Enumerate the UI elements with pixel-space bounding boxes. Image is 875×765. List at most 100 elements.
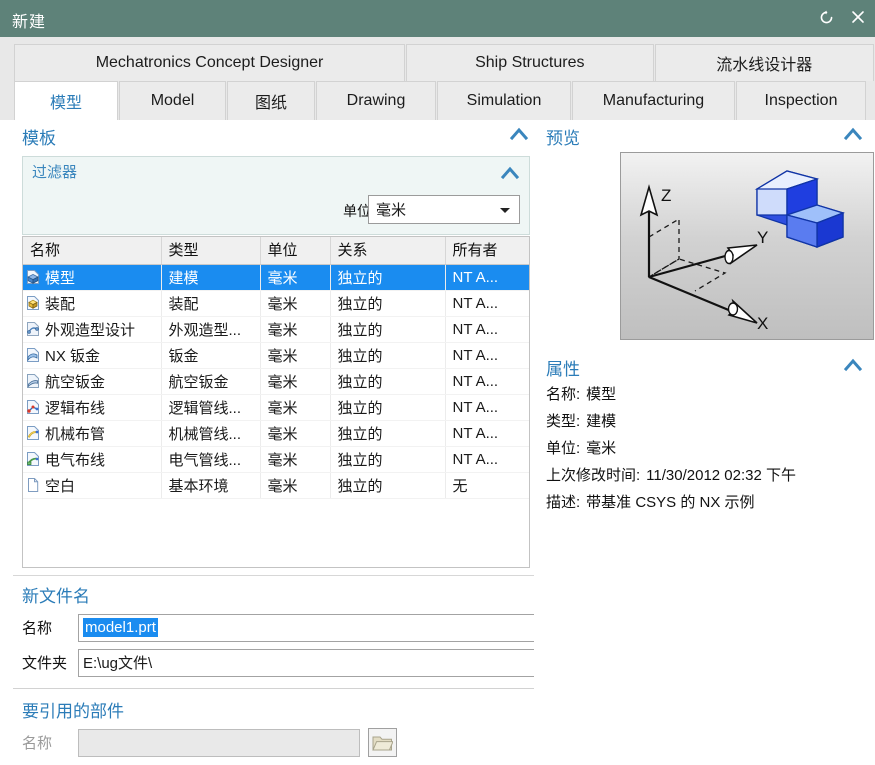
tab-label: Ship Structures bbox=[475, 54, 584, 72]
reference-name-input bbox=[78, 729, 360, 757]
tab-zone: Mechatronics Concept Designer Ship Struct… bbox=[0, 37, 875, 120]
tab-primary-3[interactable]: Drawing bbox=[316, 81, 436, 120]
tab-primary-1[interactable]: Model bbox=[119, 81, 226, 120]
template-table[interactable]: 名称类型单位关系所有者 模型建模毫米独立的NT A...装配装配毫米独立的NT … bbox=[22, 236, 530, 568]
new-file-folder-row: 文件夹 E:\ug文件\ bbox=[22, 648, 618, 677]
table-cell-unit: 毫米 bbox=[260, 264, 330, 290]
table-cell-owner: NT A... bbox=[445, 420, 529, 446]
table-column-header-1[interactable]: 类型 bbox=[161, 237, 260, 264]
table-cell-relation: 独立的 bbox=[330, 342, 445, 368]
table-cell-type: 机械管线... bbox=[161, 420, 260, 446]
logical-routing-icon bbox=[25, 399, 42, 416]
window-title: 新建 bbox=[12, 8, 46, 32]
tab-primary-2[interactable]: 图纸 bbox=[227, 81, 315, 120]
table-row[interactable]: NX 钣金钣金毫米独立的NT A... bbox=[23, 342, 529, 368]
window-titlebar: 新建 bbox=[0, 0, 875, 37]
table-column-header-0[interactable]: 名称 bbox=[23, 237, 161, 264]
unit-select-value: 毫米 bbox=[376, 199, 406, 220]
table-cell-relation: 独立的 bbox=[330, 264, 445, 290]
reference-name-label: 名称 bbox=[22, 732, 78, 753]
table-column-header-3[interactable]: 关系 bbox=[330, 237, 445, 264]
table-column-header-4[interactable]: 所有者 bbox=[445, 237, 529, 264]
properties-collapse-toggle[interactable] bbox=[842, 357, 864, 377]
table-cell-owner: NT A... bbox=[445, 264, 529, 290]
new-file-folder-input[interactable]: E:\ug文件\ bbox=[78, 649, 584, 677]
new-file-name-row: 名称 model1.prt bbox=[22, 613, 618, 642]
close-button[interactable] bbox=[847, 6, 869, 28]
template-group-title: 模板 bbox=[22, 124, 56, 149]
reset-icon bbox=[819, 10, 834, 25]
table-row[interactable]: 模型 建模毫米独立的NT A... bbox=[23, 264, 529, 290]
table-header-row: 名称类型单位关系所有者 bbox=[23, 237, 529, 264]
datum-csys-preview-graphic: Z Y X bbox=[621, 153, 873, 339]
tab-label: 流水线设计器 bbox=[716, 51, 812, 75]
new-file-folder-label: 文件夹 bbox=[22, 652, 78, 673]
table-cell-unit: 毫米 bbox=[260, 446, 330, 472]
table-row[interactable]: 电气布线电气管线...毫米独立的NT A... bbox=[23, 446, 529, 472]
unit-label: 单位 bbox=[343, 201, 371, 221]
table-cell-type: 建模 bbox=[161, 264, 260, 290]
property-row: 上次修改时间:11/30/2012 02:32 下午 bbox=[546, 464, 796, 485]
table-cell-name-label: 电气布线 bbox=[45, 449, 105, 470]
tab-secondary-2[interactable]: 流水线设计器 bbox=[655, 44, 875, 81]
chevron-up-icon bbox=[842, 357, 864, 373]
tab-row-secondary: Mechatronics Concept Designer Ship Struct… bbox=[0, 44, 875, 81]
table-cell-type: 电气管线... bbox=[161, 446, 260, 472]
table-row[interactable]: 机械布管机械管线...毫米独立的NT A... bbox=[23, 420, 529, 446]
table-cell-owner: 无 bbox=[445, 472, 529, 498]
new-file-folder-value: E:\ug文件\ bbox=[83, 652, 152, 673]
assembly-file-icon bbox=[25, 295, 42, 312]
new-file-group-header: 新文件名 bbox=[22, 580, 530, 610]
new-file-group: 新文件名 bbox=[22, 580, 530, 610]
table-column-header-2[interactable]: 单位 bbox=[260, 237, 330, 264]
reference-group-title: 要引用的部件 bbox=[22, 697, 124, 722]
preview-collapse-toggle[interactable] bbox=[842, 126, 864, 146]
property-key: 类型: bbox=[546, 413, 580, 430]
new-file-separator bbox=[13, 575, 534, 576]
table-cell-name-label: 装配 bbox=[45, 293, 75, 314]
elec-routing-icon bbox=[25, 451, 42, 468]
tab-label: Manufacturing bbox=[603, 92, 704, 110]
tab-label: Model bbox=[151, 92, 195, 110]
table-row[interactable]: 外观造型设计外观造型...毫米独立的NT A... bbox=[23, 316, 529, 342]
tab-primary-6[interactable]: Inspection bbox=[736, 81, 866, 120]
unit-select[interactable]: 毫米 bbox=[368, 195, 520, 224]
table-cell-name-label: 模型 bbox=[45, 267, 75, 288]
table-cell-name-label: 机械布管 bbox=[45, 423, 105, 444]
table-cell-owner: NT A... bbox=[445, 368, 529, 394]
table-cell-name: 外观造型设计 bbox=[23, 316, 161, 342]
model-file-icon bbox=[25, 269, 42, 286]
table-row[interactable]: 装配装配毫米独立的NT A... bbox=[23, 290, 529, 316]
tab-secondary-0[interactable]: Mechatronics Concept Designer bbox=[14, 44, 405, 81]
tab-primary-4[interactable]: Simulation bbox=[437, 81, 571, 120]
new-file-name-input[interactable]: model1.prt bbox=[78, 614, 584, 642]
table-cell-name-label: NX 钣金 bbox=[45, 345, 100, 366]
tab-primary-0[interactable]: 模型 bbox=[14, 81, 118, 120]
property-row: 名称:模型 bbox=[546, 383, 616, 404]
table-cell-name: 电气布线 bbox=[23, 446, 161, 472]
table-row[interactable]: 空白基本环境毫米独立的无 bbox=[23, 472, 529, 498]
table-cell-unit: 毫米 bbox=[260, 290, 330, 316]
table-cell-unit: 毫米 bbox=[260, 472, 330, 498]
table-row[interactable]: 航空钣金航空钣金毫米独立的NT A... bbox=[23, 368, 529, 394]
property-row: 描述:带基准 CSYS 的 NX 示例 bbox=[546, 491, 755, 512]
tab-primary-5[interactable]: Manufacturing bbox=[572, 81, 735, 120]
preview-image: Z Y X bbox=[620, 152, 874, 340]
reset-button[interactable] bbox=[815, 6, 837, 28]
table-cell-relation: 独立的 bbox=[330, 316, 445, 342]
chevron-up-icon bbox=[842, 126, 864, 142]
table-cell-owner: NT A... bbox=[445, 394, 529, 420]
table-row[interactable]: 逻辑布线逻辑管线...毫米独立的NT A... bbox=[23, 394, 529, 420]
table-cell-relation: 独立的 bbox=[330, 446, 445, 472]
reference-name-row: 名称 bbox=[22, 728, 397, 757]
table-cell-type: 装配 bbox=[161, 290, 260, 316]
tab-secondary-1[interactable]: Ship Structures bbox=[406, 44, 653, 81]
property-row: 类型:建模 bbox=[546, 410, 616, 431]
chevron-up-icon bbox=[499, 165, 521, 181]
filter-collapse-toggle[interactable] bbox=[499, 165, 521, 185]
template-group-collapse-toggle[interactable] bbox=[508, 126, 530, 146]
table-cell-name-label: 空白 bbox=[45, 475, 75, 496]
table-cell-owner: NT A... bbox=[445, 342, 529, 368]
table-cell-type: 钣金 bbox=[161, 342, 260, 368]
table-cell-name-label: 逻辑布线 bbox=[45, 397, 105, 418]
